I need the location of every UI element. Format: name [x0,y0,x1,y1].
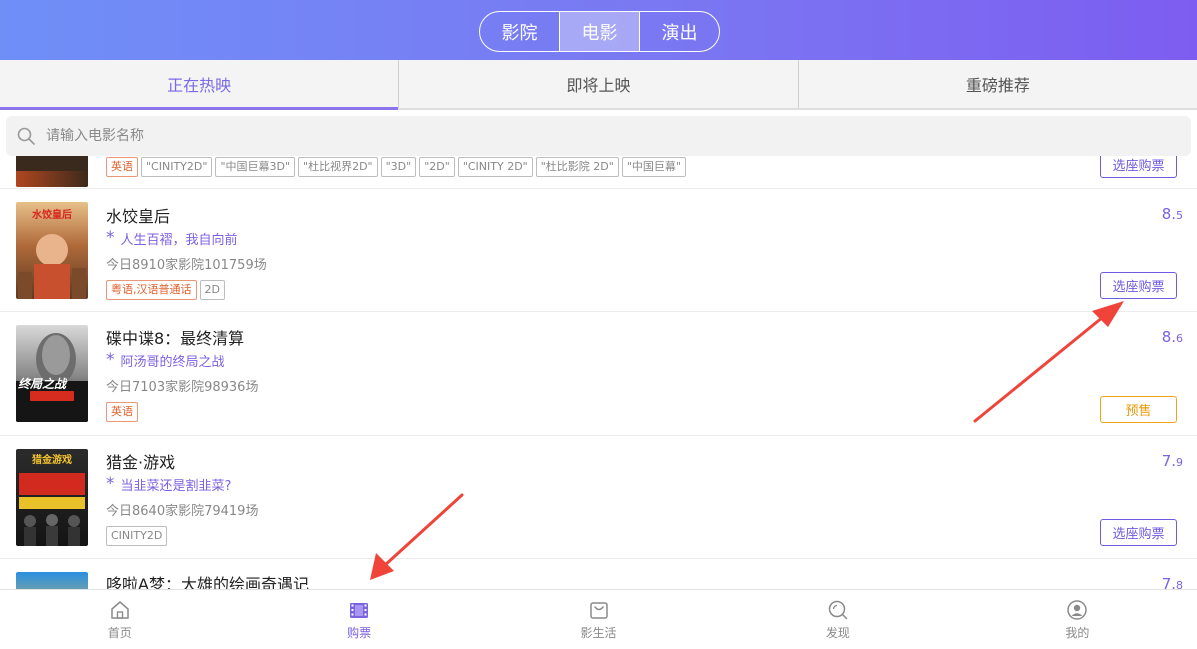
select-seat-button[interactable]: 选座购票 [1100,272,1177,299]
user-icon [1067,599,1088,620]
tag-format: CINITY2D [106,526,168,546]
showing-stats: 今日8640家影院79419场 [106,504,259,519]
poster-banner [19,497,85,509]
bag-icon [589,601,608,619]
movie-tags: 英语 [106,402,138,422]
score-decimal: 5 [1176,209,1183,222]
movie-score: 8.6 [1162,328,1183,346]
poster-title: 终局之战 [18,377,67,391]
movie-row[interactable]: 哆啦A梦：大雄的绘画奇遇记 7.8 [0,559,1197,589]
tag-format: "中国巨幕" [621,157,686,177]
nav-label: 我的 [1065,625,1090,640]
movie-poster[interactable] [16,572,88,589]
presale-button[interactable]: 预售 [1100,396,1177,423]
tag-format: "杜比视界2D" [298,157,378,177]
score-decimal: 9 [1176,456,1183,469]
movie-row[interactable]: 终局之战 碟中谍8：最终清算 * 阿汤哥的终局之战 今日7103家影院98936… [0,312,1197,436]
tag-language: 粤语,汉语普通话 [106,280,197,300]
nav-tickets[interactable]: 购票 [239,590,478,649]
film-icon [350,602,369,618]
movie-title[interactable]: 猎金·游戏 [106,449,175,473]
movie-score: 7.8 [1162,575,1183,589]
tag-format: "CINITY2D" [141,157,213,177]
segment-movie[interactable]: 电影 [559,12,639,51]
category-segmented-control: 影院 电影 演出 [479,11,720,52]
movie-tabs: 正在热映 即将上映 重磅推荐 [0,60,1197,110]
movie-list: 英语 "CINITY2D" "中国巨幕3D" "杜比视界2D" "3D" "2D… [0,156,1197,589]
tag-format: "3D" [380,157,417,177]
select-seat-button[interactable]: 选座购票 [1100,519,1177,546]
slogan-text: 人生百褶，我自向前 [120,233,238,248]
nav-label: 发现 [825,625,850,640]
score-integer: 8. [1161,328,1176,346]
tag-format: "杜比影院 2D" [535,157,619,177]
movie-slogan: * 人生百褶，我自向前 [106,228,238,249]
poster-title: 水饺皇后 [32,210,72,221]
movie-tags: 英语 "CINITY2D" "中国巨幕3D" "杜比视界2D" "3D" "2D… [106,157,686,177]
search-icon [17,127,35,145]
tab-recommended[interactable]: 重磅推荐 [797,60,1197,108]
movie-poster[interactable]: 猎金游戏 [16,449,88,546]
movie-title[interactable]: 哆啦A梦：大雄的绘画奇遇记 [106,571,309,589]
movie-slogan: * 当韭菜还是割韭菜? [106,474,232,495]
select-seat-button[interactable]: 选座购票 [1100,156,1177,178]
tag-format: "CINITY 2D" [457,157,533,177]
tag-format: "2D" [419,157,455,177]
movie-row[interactable]: 猎金游戏 猎金·游戏 * 当韭菜还是割韭菜? 今日8640家影院79419场 C… [0,436,1197,559]
nav-life[interactable]: 影生活 [479,590,718,649]
movie-poster[interactable] [16,156,88,187]
movie-score: 8.5 [1162,205,1183,223]
slogan-text: 当韭菜还是割韭菜? [120,479,232,494]
slogan-text: 阿汤哥的终局之战 [120,355,225,370]
tag-format: 2D [199,280,225,300]
top-header: 影院 电影 演出 [0,0,1197,60]
nav-label: 影生活 [580,625,617,640]
poster-title: 猎金游戏 [32,455,72,466]
movie-title[interactable]: 碟中谍8：最终清算 [106,325,244,349]
star-icon: * [106,474,115,494]
star-icon: * [106,350,115,370]
score-decimal: 8 [1176,579,1183,589]
movie-poster[interactable]: 终局之战 [16,325,88,422]
segment-show[interactable]: 演出 [639,12,719,51]
nav-home[interactable]: 首页 [0,590,239,649]
nav-mine[interactable]: 我的 [958,590,1197,649]
nav-label: 购票 [347,625,372,640]
poster-art [24,514,80,546]
movie-tags: 粤语,汉语普通话 2D [106,280,225,300]
tab-now-showing[interactable]: 正在热映 [0,60,399,110]
poster-subtitle-bar [30,391,74,401]
search-input[interactable] [46,128,1146,144]
score-integer: 8. [1161,205,1176,223]
tab-coming-soon[interactable]: 即将上映 [398,60,797,108]
movie-slogan: * 阿汤哥的终局之战 [106,350,225,371]
bottom-navigation: 首页 购票 影生活 发现 我的 [0,589,1197,649]
tag-language: 英语 [106,157,138,177]
movie-poster[interactable]: 水饺皇后 [16,202,88,299]
movie-row[interactable]: 水饺皇后 水饺皇后 * 人生百褶，我自向前 今日8910家影院101759场 粤… [0,189,1197,312]
search-bar [6,116,1191,156]
discover-icon [828,600,848,619]
tag-format: "中国巨幕3D" [215,157,296,177]
nav-discover[interactable]: 发现 [718,590,957,649]
star-icon: * [106,228,115,248]
home-icon [110,600,129,619]
nav-label: 首页 [107,625,132,640]
showing-stats: 今日8910家影院101759场 [106,258,267,273]
movie-row-partial[interactable]: 英语 "CINITY2D" "中国巨幕3D" "杜比视界2D" "3D" "2D… [0,156,1197,189]
showing-stats: 今日7103家影院98936场 [106,380,259,395]
segment-cinema[interactable]: 影院 [480,12,559,51]
poster-art [16,333,88,422]
movie-title[interactable]: 水饺皇后 [106,203,170,227]
score-decimal: 6 [1176,332,1183,345]
score-integer: 7. [1161,575,1176,589]
movie-score: 7.9 [1162,452,1183,470]
poster-banner [19,473,85,495]
score-integer: 7. [1161,452,1176,470]
movie-tags: CINITY2D [106,526,168,546]
tag-language: 英语 [106,402,138,422]
